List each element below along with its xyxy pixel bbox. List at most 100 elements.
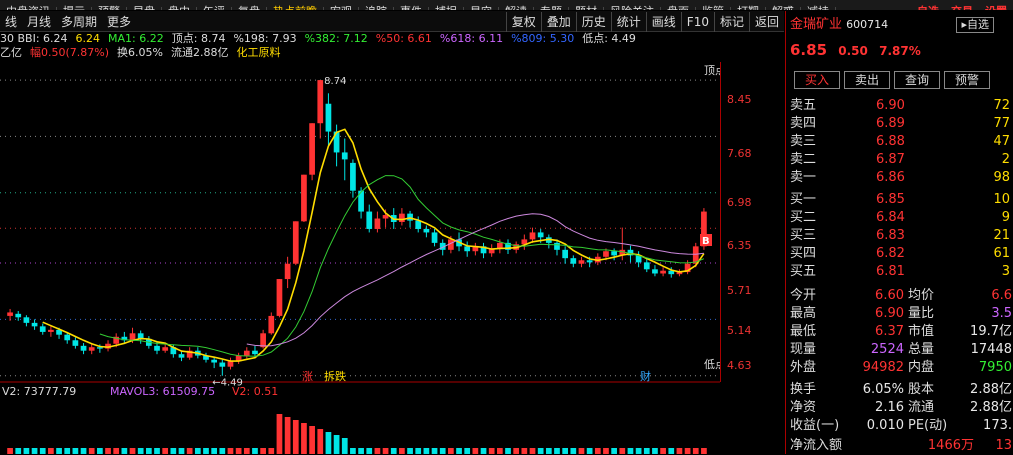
order-level-label: 卖一: [790, 170, 817, 185]
period-tab[interactable]: 月线: [22, 12, 56, 32]
net-inflow-extra: 13: [995, 438, 1012, 453]
indicator-value: %50: 6.61: [375, 32, 432, 45]
volume-bar: [178, 448, 185, 454]
toolbar-button[interactable]: F10: [680, 12, 714, 32]
order-volume: 61: [993, 246, 1010, 261]
topbar-item[interactable]: 复盘: [232, 6, 267, 10]
stat-value: 6.37: [875, 324, 904, 339]
candle-body: [325, 103, 332, 132]
add-watchlist-button[interactable]: ▸自选: [956, 17, 994, 33]
volume-bar: [537, 448, 544, 454]
topbar-item[interactable]: 事件: [394, 6, 429, 10]
candle-body: [374, 218, 381, 229]
toolbar-button[interactable]: 复权: [505, 12, 541, 32]
topbar-action[interactable]: 自选: [911, 6, 945, 10]
volume-bar: [431, 448, 438, 454]
volume-bar: [243, 448, 250, 454]
stat-label: 换手: [790, 382, 817, 397]
period-tab[interactable]: 线: [0, 12, 22, 32]
volume-bar: [64, 448, 71, 454]
toolbar-button[interactable]: 返回: [748, 12, 784, 32]
volume-bar: [260, 448, 266, 454]
topbar-item[interactable]: 中盘资讯: [0, 6, 57, 10]
toolbar-button[interactable]: 标记: [713, 12, 749, 32]
order-price: 6.89: [876, 116, 905, 131]
candle-body: [31, 322, 38, 327]
topbar-item[interactable]: 减持: [801, 6, 836, 10]
order-volume: 21: [993, 228, 1010, 243]
stat-label: 流通: [908, 400, 935, 415]
topbar-item[interactable]: 追踪: [359, 6, 394, 10]
order-price: 6.82: [876, 246, 905, 261]
topbar-item[interactable]: 提示: [57, 6, 92, 10]
candle-body: [537, 232, 544, 238]
stat-label: 收益(一): [790, 418, 840, 433]
stats-row: 现量 2524 总量 17448: [786, 341, 1013, 359]
period-tab[interactable]: 更多: [102, 12, 136, 32]
volume-bar: [56, 448, 62, 454]
stat-label: 总量: [908, 342, 935, 357]
order-level-label: 买一: [790, 192, 817, 207]
topbar-item[interactable]: 解惑: [766, 6, 801, 10]
topbar-item[interactable]: 风险关注: [604, 6, 661, 10]
topbar-item[interactable]: 专题: [534, 6, 569, 10]
topbar-item[interactable]: 宏观: [324, 6, 359, 10]
candle-body: [423, 228, 430, 233]
topbar-item[interactable]: 监管: [696, 6, 731, 10]
order-level-label: 买三: [790, 228, 817, 243]
volume-bar: [268, 448, 275, 454]
topbar-item[interactable]: 热点前瞻: [267, 6, 324, 10]
toolbar-button[interactable]: 画线: [645, 12, 681, 32]
price-tick: 5.14: [727, 323, 752, 337]
toolbar-button[interactable]: 历史: [575, 12, 611, 32]
volume-bar: [48, 448, 54, 454]
order-book-row: 卖三 6.88 47: [786, 133, 1013, 151]
stat-label: 今开: [790, 288, 817, 303]
topbar-item[interactable]: 解读: [499, 6, 534, 10]
topbar-item[interactable]: 捕捉: [429, 6, 464, 10]
v2-label: V2: 0.51: [232, 385, 278, 398]
top-marker: 顶点: [704, 64, 720, 77]
order-price: 6.84: [876, 210, 905, 225]
trade-button[interactable]: 查询: [894, 71, 941, 89]
volume-bar: [415, 448, 422, 454]
price-tick: 6.98: [727, 195, 752, 209]
kline-chart[interactable]: 8.74←4.49顶点低点涨拆跌财BV2: 73777.79MAVOL3: 61…: [0, 62, 720, 454]
order-price: 6.87: [876, 152, 905, 167]
candle-body: [407, 213, 413, 221]
topbar-item[interactable]: 午评: [197, 6, 232, 10]
topbar-item[interactable]: 盘中: [162, 6, 197, 10]
volume-bar: [439, 448, 446, 454]
topbar-item[interactable]: 预警: [92, 6, 127, 10]
order-price: 6.90: [876, 98, 905, 113]
candle-body: [178, 354, 185, 358]
candle-body: [652, 269, 658, 274]
period-tab[interactable]: 多周期: [56, 12, 102, 32]
topbar-item[interactable]: 星空: [464, 6, 499, 10]
order-level-label: 买二: [790, 210, 817, 225]
topbar-item[interactable]: 盘面: [661, 6, 696, 10]
indicator-line-2: 乙亿 幅0.50(7.87%) 换6.05% 流通2.88亿 化工原料: [0, 46, 720, 60]
order-volume: 10: [993, 192, 1010, 207]
topbar-action[interactable]: 设置: [979, 6, 1013, 10]
volume-bar: [472, 448, 479, 454]
topbar-item[interactable]: 题材: [569, 6, 604, 10]
volume-bar: [382, 448, 389, 454]
indicator-value: 顶点: 8.74: [171, 32, 226, 45]
volume-bar: [627, 448, 634, 454]
trade-button[interactable]: 买入: [794, 71, 841, 89]
candle-body: [48, 329, 54, 332]
volume-bar: [350, 448, 356, 454]
stat-label: 股本: [908, 382, 935, 397]
trade-button[interactable]: 预警: [944, 71, 991, 89]
topbar-item[interactable]: 打靶: [731, 6, 766, 10]
candle-body: [578, 260, 585, 264]
toolbar-button[interactable]: 统计: [610, 12, 646, 32]
price-change: 0.50: [838, 44, 868, 58]
indicator-value: %809: 5.30: [511, 32, 575, 45]
toolbar-button[interactable]: 叠加: [540, 12, 576, 32]
volume-bar: [97, 448, 103, 454]
topbar-action[interactable]: 交易: [945, 6, 979, 10]
trade-button[interactable]: 卖出: [844, 71, 891, 89]
topbar-item[interactable]: 早盘: [127, 6, 162, 10]
